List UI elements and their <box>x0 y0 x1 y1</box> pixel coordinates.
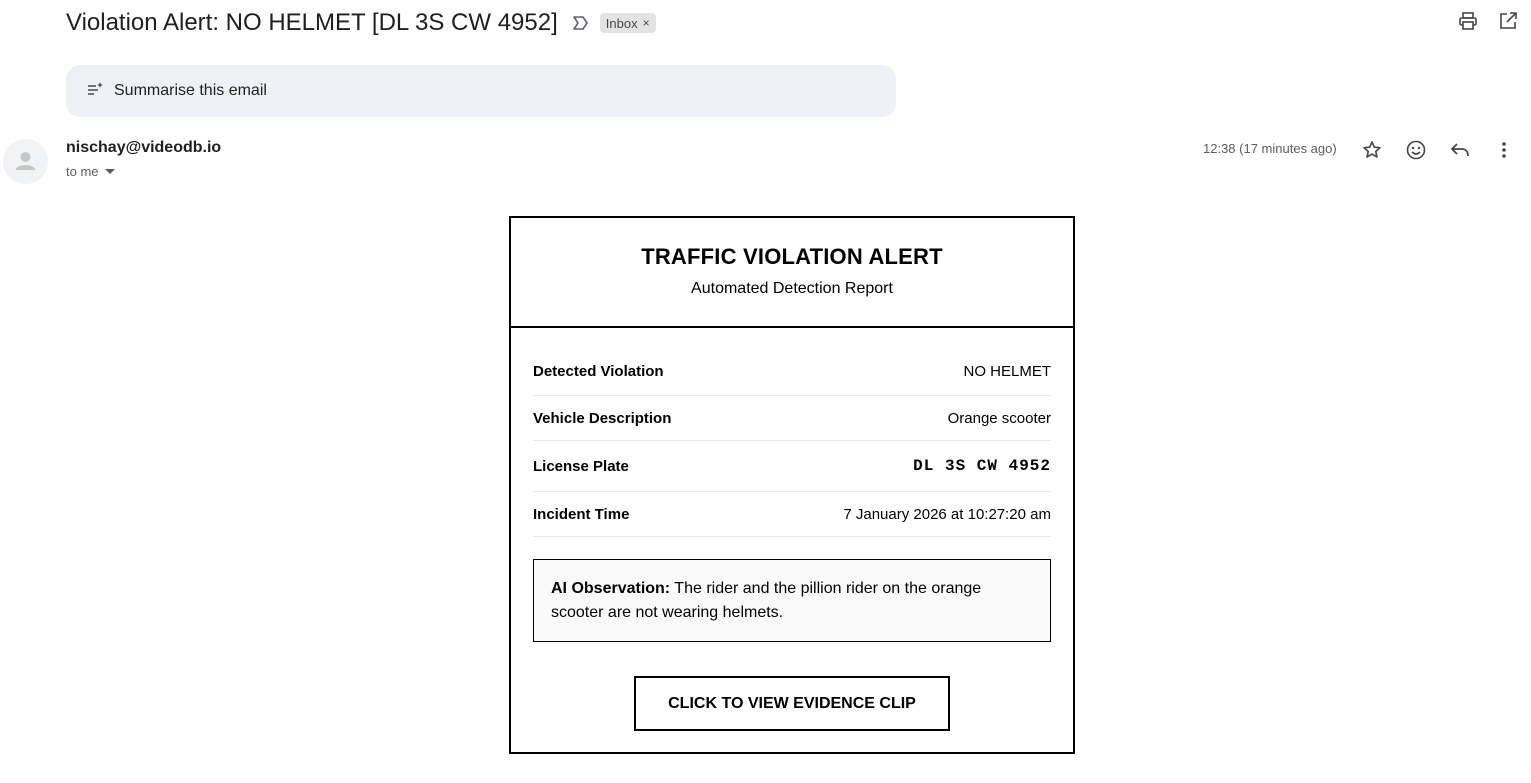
chevron-down-icon <box>104 169 115 174</box>
view-evidence-clip-button[interactable]: CLICK TO VIEW EVIDENCE CLIP <box>634 676 950 731</box>
message-timestamp: 12:38 (17 minutes ago) <box>1203 141 1337 156</box>
reply-icon[interactable] <box>1449 139 1471 161</box>
inbox-label-chip[interactable]: Inbox × <box>599 13 656 33</box>
license-plate-value: DL 3S CW 4952 <box>913 457 1051 475</box>
summarise-sparkle-icon <box>86 81 104 102</box>
recipient-text: to me <box>66 164 99 179</box>
star-icon[interactable] <box>1361 139 1383 161</box>
report-title: TRAFFIC VIOLATION ALERT <box>641 244 943 269</box>
cta-wrapper: CLICK TO VIEW EVIDENCE CLIP <box>511 676 1073 731</box>
emoji-reaction-icon[interactable] <box>1405 139 1427 161</box>
email-subject: Violation Alert: NO HELMET [DL 3S CW 495… <box>66 9 558 36</box>
detail-value: 7 January 2026 at 10:27:20 am <box>843 505 1051 523</box>
detail-label: Detected Violation <box>533 363 664 380</box>
remove-label-button[interactable]: × <box>643 16 650 30</box>
detail-label: License Plate <box>533 457 629 475</box>
sender-address[interactable]: nischay@videodb.io <box>66 139 221 157</box>
summarise-email-button[interactable]: Summarise this email <box>66 65 896 117</box>
open-in-new-window-icon[interactable] <box>1497 10 1519 32</box>
important-marker-icon[interactable] <box>572 14 590 32</box>
detail-row-violation: Detected Violation NO HELMET <box>533 348 1051 396</box>
detail-value: NO HELMET <box>963 363 1051 380</box>
violation-report-card: TRAFFIC VIOLATION ALERT Automated Detect… <box>509 216 1075 754</box>
ai-observation-label: AI Observation: <box>551 580 671 597</box>
default-avatar-icon <box>3 139 48 184</box>
print-icon[interactable] <box>1457 10 1479 32</box>
ai-observation-box: AI Observation: The rider and the pillio… <box>533 559 1051 642</box>
detail-row-vehicle: Vehicle Description Orange scooter <box>533 396 1051 441</box>
inbox-label-text: Inbox <box>605 15 638 31</box>
detail-label: Vehicle Description <box>533 409 672 427</box>
summarise-label: Summarise this email <box>114 82 267 99</box>
report-details: Detected Violation NO HELMET Vehicle Des… <box>533 348 1051 537</box>
detail-row-license-plate: License Plate DL 3S CW 4952 <box>533 441 1051 492</box>
thread-actions <box>1457 10 1519 32</box>
report-subtitle: Automated Detection Report <box>691 280 893 297</box>
more-vert-icon[interactable] <box>1493 139 1515 161</box>
subject-row: Violation Alert: NO HELMET [DL 3S CW 495… <box>66 6 656 40</box>
recipient-details-toggle[interactable]: to me <box>66 164 115 179</box>
report-header: TRAFFIC VIOLATION ALERT Automated Detect… <box>511 218 1073 328</box>
detail-label: Incident Time <box>533 505 630 523</box>
message-actions <box>1361 139 1515 161</box>
detail-value: Orange scooter <box>947 409 1051 427</box>
detail-row-incident-time: Incident Time 7 January 2026 at 10:27:20… <box>533 492 1051 537</box>
